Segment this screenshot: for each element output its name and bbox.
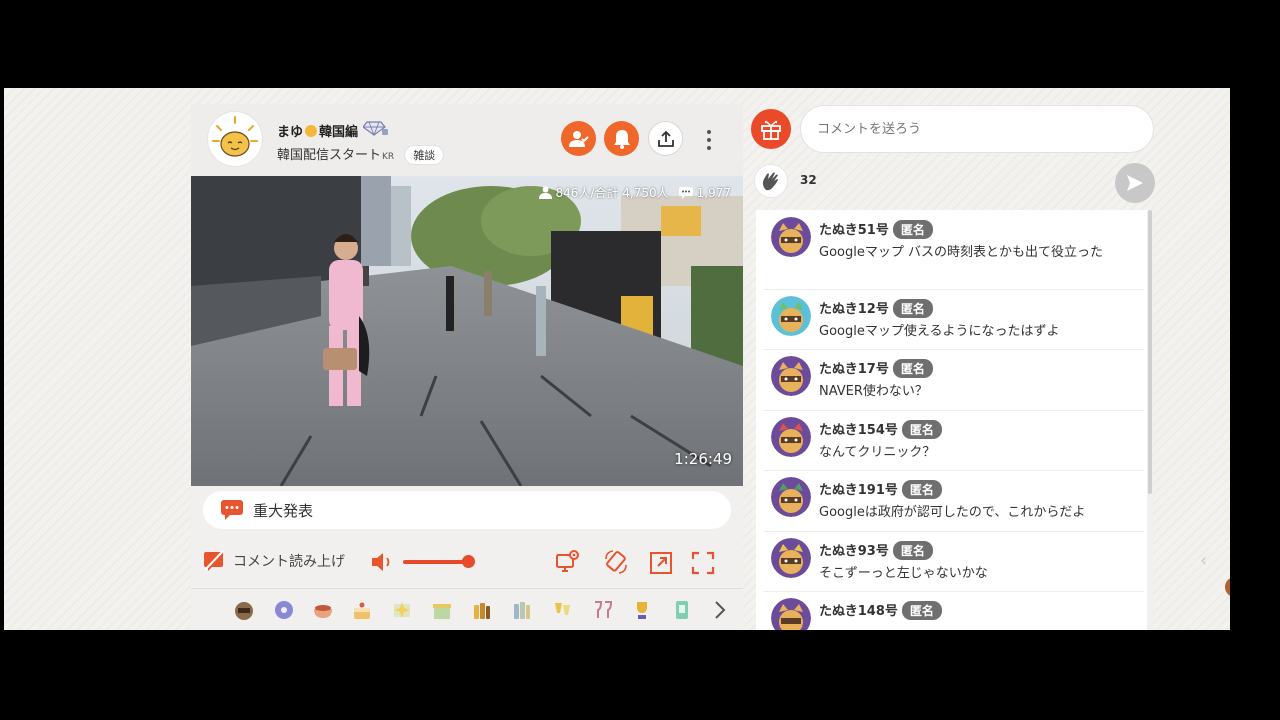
comment-text: NAVER使わない？ <box>819 384 928 399</box>
chat-message: たぬき154号 匿名 なんてクリニック？ <box>764 410 1144 471</box>
chat-bubble-icon <box>221 500 243 520</box>
stream-subtitle: 韓国配信スタートKR 雑談 <box>277 144 445 165</box>
player-panel: まゆ 韓国編 韓国配信スタートKR 雑談 846人/合計 4,750人 1,97… <box>191 104 743 630</box>
share-icon <box>657 130 674 147</box>
gift-icon <box>761 120 781 140</box>
chevron-right-icon[interactable] <box>713 600 727 620</box>
share-button[interactable] <box>648 121 683 156</box>
anonymous-badge: 匿名 <box>892 541 933 560</box>
commenter-name: たぬき191号 <box>819 483 898 498</box>
streamer-avatar[interactable] <box>207 111 263 167</box>
tts-label[interactable]: コメント読み上げ <box>233 551 345 571</box>
chat-message: たぬき148号 匿名 <box>764 591 1144 630</box>
tts-toggle-icon[interactable] <box>203 550 225 572</box>
raccoon-avatar <box>771 417 811 457</box>
announcement-text: 重大発表 <box>253 501 314 520</box>
clap-button[interactable] <box>754 164 788 198</box>
rotate-screen-icon[interactable] <box>603 549 629 575</box>
raccoon-avatar <box>771 477 811 517</box>
anonymous-badge: 匿名 <box>901 480 942 499</box>
popout-player-icon[interactable] <box>649 551 673 575</box>
gift-card-icon[interactable] <box>671 599 693 621</box>
elapsed-time: 1:26:49 <box>674 450 732 468</box>
player-controls: コメント読み上げ <box>191 542 743 582</box>
comment-text: Googleマップ使えるようになったはずよ <box>819 324 1060 339</box>
commenter-name: たぬき12号 <box>819 302 889 317</box>
chat-message: たぬき12号 匿名 Googleマップ使えるようになったはずよ <box>764 289 1144 350</box>
video-frame-image <box>191 176 743 486</box>
commenter-name: たぬき93号 <box>819 544 889 559</box>
follow-button[interactable] <box>561 121 596 156</box>
volume-slider-handle[interactable] <box>462 555 475 568</box>
volume-icon[interactable] <box>371 551 397 573</box>
chat-scrollbar-thumb[interactable] <box>1148 210 1152 494</box>
fullscreen-icon[interactable] <box>691 551 715 575</box>
raccoon-avatar <box>771 598 811 630</box>
gift-button[interactable] <box>751 109 791 149</box>
chat-list[interactable]: たぬき51号 匿名 Googleマップ バスの時刻表とかも出て役立った たぬき12… <box>756 210 1148 630</box>
gift-trophy-icon[interactable] <box>631 599 653 621</box>
chat-message: たぬき51号 匿名 Googleマップ バスの時刻表とかも出て役立った <box>764 210 1144 290</box>
comment-input[interactable] <box>800 105 1154 153</box>
gift-bottles-icon[interactable] <box>471 599 493 621</box>
commenter-name: たぬき51号 <box>819 223 889 238</box>
stream-header: まゆ 韓国編 韓国配信スタートKR 雑談 <box>191 104 743 176</box>
gift-item-bar <box>191 588 743 630</box>
raccoon-avatar <box>771 538 811 578</box>
commenter-name: たぬき154号 <box>819 423 898 438</box>
send-button[interactable] <box>1115 163 1155 203</box>
anonymous-badge: 匿名 <box>901 420 942 439</box>
comment-count: 1,977 <box>696 185 731 200</box>
raccoon-avatar <box>771 296 811 336</box>
category-tag[interactable]: 雑談 <box>404 145 445 165</box>
raccoon-avatar <box>771 217 811 257</box>
gift-donut-icon[interactable] <box>273 599 295 621</box>
gift-drinks-icon[interactable] <box>511 599 533 621</box>
viewer-icon <box>538 186 552 199</box>
diamond-icon <box>361 121 389 140</box>
comment-count-icon <box>678 186 693 199</box>
chat-message: たぬき17号 匿名 NAVER使わない？ <box>764 349 1144 411</box>
anonymous-badge: 匿名 <box>892 299 933 318</box>
display-settings-icon[interactable] <box>555 549 581 575</box>
chat-message: たぬき191号 匿名 Googleは政府が認可したので、これからだよ <box>764 470 1144 532</box>
gift-raccoon-icon[interactable] <box>233 599 255 621</box>
gift-bowl-icon[interactable] <box>312 599 334 621</box>
gift-cheers-icon[interactable] <box>551 599 573 621</box>
raccoon-avatar <box>771 356 811 396</box>
comment-text: Googleは政府が認可したので、これからだよ <box>819 505 1086 520</box>
page-frame: まゆ 韓国編 韓国配信スタートKR 雑談 846人/合計 4,750人 1,97… <box>4 88 1230 630</box>
stream-title: まゆ 韓国編 <box>277 120 389 140</box>
smile-emoji-icon <box>305 125 318 137</box>
collapse-chevron-icon[interactable]: ‹ <box>1200 550 1207 571</box>
gift-cake-icon[interactable] <box>351 599 373 621</box>
gift-sparkle-icon[interactable] <box>391 599 413 621</box>
commenter-name: たぬき148号 <box>819 604 898 619</box>
commenter-name: たぬき17号 <box>819 362 889 377</box>
volume-slider[interactable] <box>403 560 465 564</box>
side-tab[interactable] <box>1225 577 1230 597</box>
anonymous-badge: 匿名 <box>892 220 933 239</box>
video-player[interactable]: 846人/合計 4,750人 1,977 1:26:49 <box>191 176 743 486</box>
gift-box-icon[interactable] <box>431 599 453 621</box>
notification-button[interactable] <box>604 121 639 156</box>
anonymous-badge: 匿名 <box>901 601 942 620</box>
more-options-icon[interactable] <box>697 128 721 152</box>
announcement-bar[interactable]: 重大発表 <box>203 491 731 529</box>
viewer-count: 846人/合計 4,750人 <box>555 186 669 200</box>
send-icon <box>1127 175 1143 191</box>
viewer-stats: 846人/合計 4,750人 1,977 <box>538 184 731 201</box>
bell-icon <box>613 129 630 149</box>
comment-text: そこずーっと左じゃないかな <box>819 566 988 581</box>
comment-text: Googleマップ バスの時刻表とかも出て役立った <box>819 245 1103 260</box>
clap-count: 32 <box>800 173 817 187</box>
clap-hands-icon <box>762 172 778 191</box>
chat-message: たぬき93号 匿名 そこずーっと左じゃないかな <box>764 531 1144 592</box>
anonymous-badge: 匿名 <box>892 359 933 378</box>
comment-text: なんてクリニック？ <box>819 445 936 460</box>
user-follow-icon <box>568 130 589 147</box>
gift-wine-icon[interactable] <box>591 599 613 621</box>
